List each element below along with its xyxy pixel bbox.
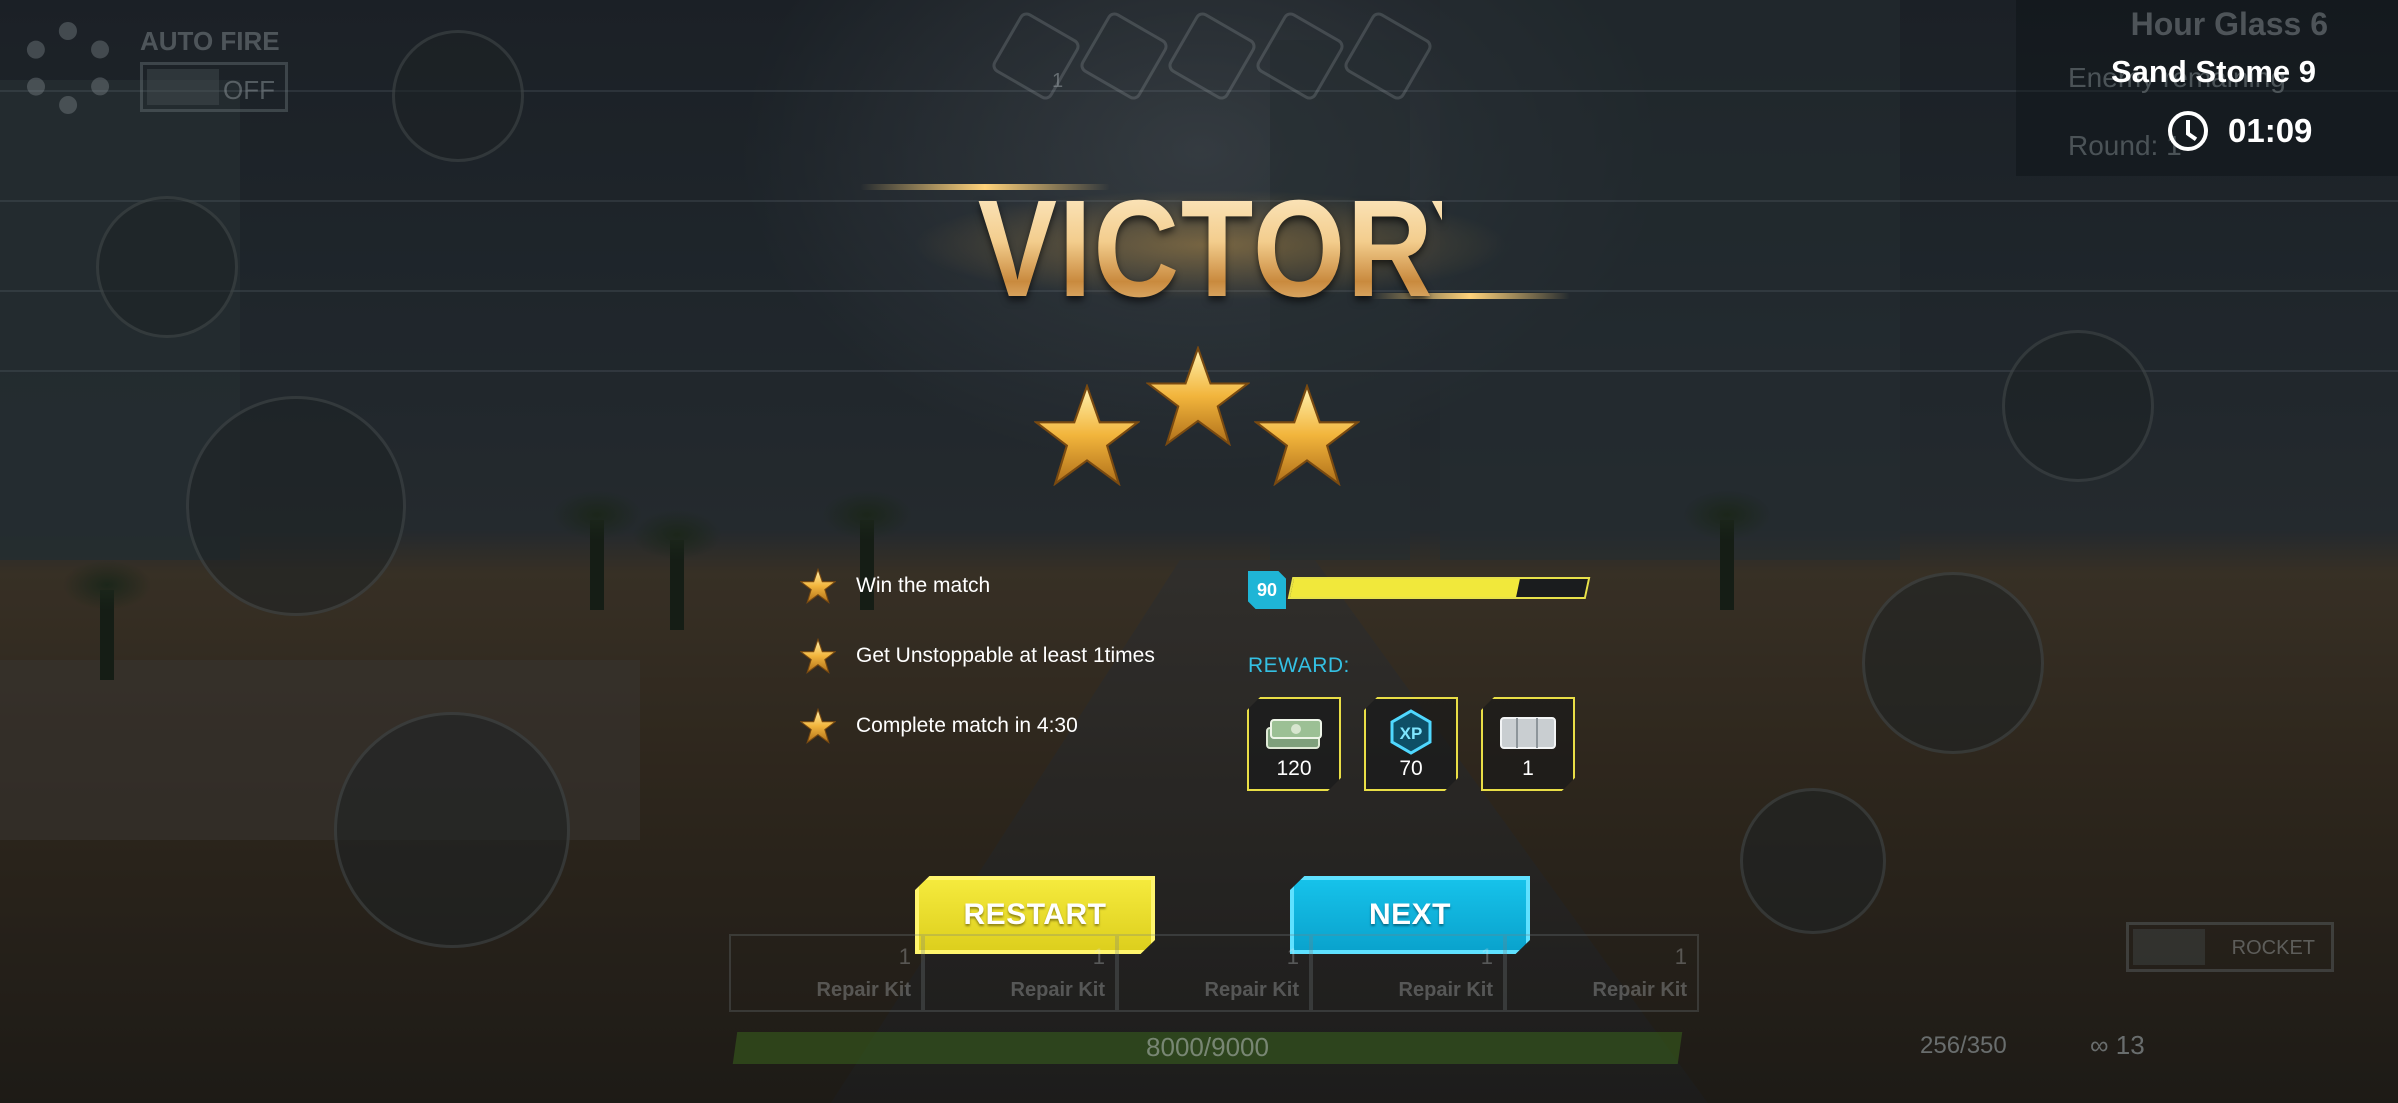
cash-icon — [1249, 709, 1339, 755]
star-icon-left — [1034, 384, 1140, 486]
kit-label: Repair Kit — [1010, 979, 1105, 1001]
repair-kit-bar: 1 Repair Kit 1 Repair Kit 1 Repair Kit 1 Rep… — [729, 934, 1699, 1012]
autofire-state: OFF — [223, 75, 275, 105]
objective-text: Complete match in 4:30 — [856, 714, 1078, 737]
xp-progress-bar — [1287, 577, 1591, 599]
star-icon-center — [1146, 346, 1250, 446]
medal-slot — [1077, 9, 1171, 103]
xp-icon: XP — [1366, 709, 1456, 755]
repair-kit-slot[interactable]: 1 Repair Kit — [923, 934, 1117, 1012]
ammo-box-icon — [1483, 709, 1573, 755]
match-timer: 01:09 — [2228, 112, 2313, 149]
reward-count: 120 — [1276, 757, 1312, 780]
autofire-toggle[interactable]: OFF — [140, 62, 288, 112]
objective-star-icon — [800, 638, 836, 674]
kit-label: Repair Kit — [816, 979, 911, 1001]
settings-gear-icon[interactable] — [22, 22, 114, 114]
victory-title: VICTORY — [978, 170, 1509, 329]
reward-item: 120 — [1247, 697, 1341, 791]
kit-label: Repair Kit — [1592, 979, 1687, 1001]
medal-slot — [989, 9, 1083, 103]
level-badge: 90 — [1248, 571, 1286, 609]
autofire-label: AUTO FIRE — [140, 26, 280, 56]
reload-button[interactable] — [1740, 788, 1886, 934]
kit-count: 1 — [1480, 944, 1493, 969]
kit-count: 1 — [1092, 944, 1105, 969]
bullet-weapon-button[interactable] — [186, 396, 406, 616]
medal-slot — [1165, 9, 1259, 103]
objective-text: Get Unstoppable at least 1times — [856, 644, 1155, 667]
reward-item: XP 70 — [1364, 697, 1458, 791]
hourglass-ghost-text: Hour Glass 6 — [2130, 6, 2328, 42]
repair-kit-slot[interactable]: 1 Repair Kit — [1505, 934, 1699, 1012]
rocket-label: ROCKET — [2231, 937, 2315, 959]
svg-text:XP: XP — [1400, 724, 1423, 743]
toggle-knob — [147, 69, 219, 105]
objective-row: Complete match in 4:30 — [800, 706, 1300, 746]
medal-slot — [1253, 9, 1347, 103]
reward-label: REWARD: — [1248, 654, 1350, 677]
objective-text: Win the match — [856, 574, 991, 597]
medal-count: 1 — [1052, 70, 1064, 92]
crosshair-aim-button[interactable] — [2002, 330, 2154, 482]
medal-slot — [1341, 9, 1435, 103]
missile-weapon-button[interactable] — [334, 712, 570, 948]
clock-icon — [2168, 111, 2208, 151]
secondary-ammo: ∞ 13 — [2090, 1030, 2145, 1060]
kit-label: Repair Kit — [1204, 979, 1299, 1001]
objective-star-icon — [800, 568, 836, 604]
kit-count: 1 — [898, 944, 911, 969]
fire-button[interactable] — [1862, 572, 2044, 754]
star-icon-right — [1254, 384, 1360, 486]
repair-kit-slot[interactable]: 1 Repair Kit — [1311, 934, 1505, 1012]
reward-count: 70 — [1399, 757, 1423, 780]
reward-item: 1 — [1481, 697, 1575, 791]
objective-row: Get Unstoppable at least 1times — [800, 636, 1300, 676]
objective-row: Win the match — [800, 566, 1300, 606]
xp-progress-fill — [1290, 579, 1521, 597]
fire-ability-button[interactable] — [96, 196, 238, 338]
medal-slots — [989, 9, 1435, 103]
map-name: Sand Stome 9 — [2111, 54, 2316, 89]
toggle-knob — [2133, 929, 2205, 965]
kit-label: Repair Kit — [1398, 979, 1493, 1001]
round-ghost-text: Round: 1 — [2068, 130, 2182, 161]
kit-count: 1 — [1674, 944, 1687, 969]
rocket-toggle[interactable]: ROCKET — [2126, 922, 2334, 972]
repair-kit-slot[interactable]: 1 Repair Kit — [729, 934, 923, 1012]
primary-ammo: 256/350 — [1920, 1032, 2007, 1059]
reward-count: 1 — [1522, 757, 1534, 780]
repair-kit-slot[interactable]: 1 Repair Kit — [1117, 934, 1311, 1012]
airstrike-ability-button[interactable] — [392, 30, 524, 162]
health-text: 8000/9000 — [1146, 1032, 1269, 1062]
objective-star-icon — [800, 708, 836, 744]
kit-count: 1 — [1286, 944, 1299, 969]
